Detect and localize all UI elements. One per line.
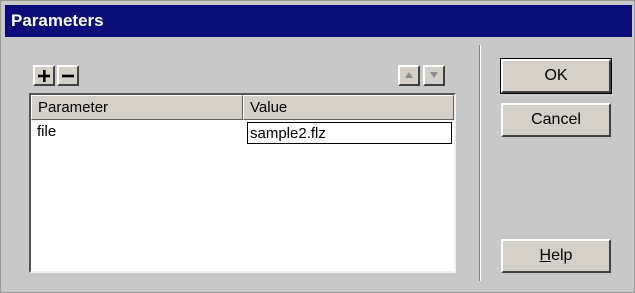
column-header-parameter[interactable]: Parameter [31, 95, 243, 120]
help-mnemonic: H [539, 247, 552, 264]
plus-icon [35, 70, 53, 82]
arrow-up-icon [400, 70, 418, 80]
move-down-button[interactable] [423, 65, 445, 86]
arrow-down-icon [425, 70, 443, 80]
parameters-dialog: Parameters Parameter Value file OK Cance… [0, 0, 635, 293]
cancel-button[interactable]: Cancel [501, 103, 611, 137]
parameter-value-input[interactable] [247, 122, 452, 144]
move-up-button[interactable] [398, 65, 420, 86]
column-header-value[interactable]: Value [243, 95, 454, 120]
window-title: Parameters [11, 11, 104, 30]
minus-icon [59, 70, 77, 82]
parameter-name-cell[interactable]: file [37, 123, 56, 140]
title-bar[interactable]: Parameters [5, 5, 632, 37]
help-button[interactable]: Help [501, 239, 611, 273]
ok-button[interactable]: OK [500, 58, 612, 94]
add-parameter-button[interactable] [33, 65, 55, 86]
parameter-table[interactable]: Parameter Value file [29, 93, 456, 273]
vertical-divider [479, 45, 481, 281]
remove-parameter-button[interactable] [57, 65, 79, 86]
help-label: elp [551, 247, 573, 264]
